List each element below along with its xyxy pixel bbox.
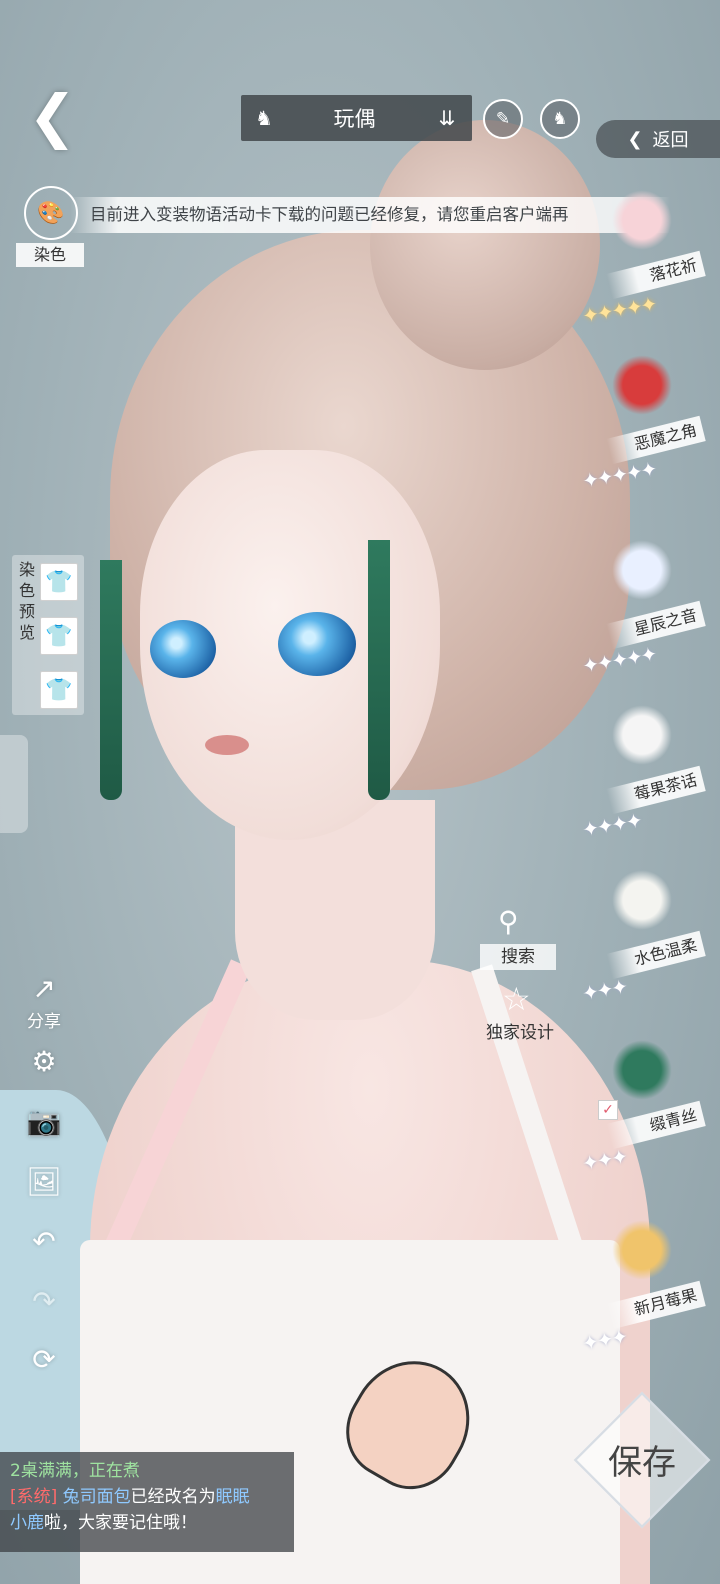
design-label: 独家设计 xyxy=(486,1023,554,1043)
selected-check-icon: ✓ xyxy=(598,1100,618,1120)
chevron-down-icon: ⇊ xyxy=(438,106,456,130)
dye-preset-3[interactable]: 👕 xyxy=(40,671,78,709)
item-rarity-stars: ✦✦✦✦✦ xyxy=(580,456,658,494)
palette-icon: 🎨 xyxy=(37,200,65,226)
item-thumbnail xyxy=(612,1040,672,1100)
chat-name-a: 兔司面包 xyxy=(62,1487,131,1507)
settings-button[interactable]: ⚙ xyxy=(22,1045,66,1078)
chat-mid: 已经改名为 xyxy=(130,1487,216,1507)
dye-preview-label: 染色预览 xyxy=(18,560,35,642)
wardrobe-item[interactable]: 莓果茶话 ✦✦✦✦ xyxy=(580,705,720,855)
wardrobe-item[interactable]: ✓ 缀青丝 ✦✦✦ xyxy=(580,1040,720,1190)
notice-banner: 目前进入变装物语活动卡下载的问题已经修复，请您重启客户端再 xyxy=(70,197,670,233)
right-eye xyxy=(278,612,356,676)
chevron-left-icon: ❮ xyxy=(627,128,643,150)
side-drawer-tab[interactable] xyxy=(0,735,28,833)
share-button[interactable]: ↗ 分享 xyxy=(22,972,66,1032)
item-thumbnail xyxy=(612,1220,672,1280)
undo-button[interactable]: ↶ xyxy=(22,1225,66,1258)
camera-icon: 📷 xyxy=(26,1105,62,1138)
dye-preview-panel: 染色预览 👕 👕 👕 xyxy=(12,555,84,715)
chat-line-1: 2桌满满，正在煮 xyxy=(10,1461,140,1481)
item-thumbnail xyxy=(612,870,672,930)
item-thumbnail xyxy=(612,355,672,415)
share-icon: ↗ xyxy=(32,972,56,1005)
reset-button[interactable]: ⟳ xyxy=(22,1343,66,1376)
item-name: 莓果茶话 xyxy=(606,765,706,815)
item-name: 落花祈 xyxy=(606,250,706,300)
item-thumbnail xyxy=(612,190,672,250)
item-name: 恶魔之角 xyxy=(606,415,706,465)
wardrobe-item[interactable]: 新月莓果 ✦✦✦ xyxy=(580,1220,720,1370)
wardrobe-item[interactable]: 水色温柔 ✦✦✦ xyxy=(580,870,720,1020)
item-name: 缀青丝 xyxy=(606,1100,706,1150)
return-label: 返回 xyxy=(652,130,689,151)
left-tassel-hairpin xyxy=(100,560,122,800)
search-icon: ⚲ xyxy=(498,905,519,938)
share-label: 分享 xyxy=(27,1012,61,1032)
wardrobe-item[interactable]: 落花祈 ✦✦✦✦✦ xyxy=(580,190,720,340)
item-rarity-stars: ✦✦✦✦✦ xyxy=(580,291,658,329)
image-icon: 🖼 xyxy=(26,1165,62,1198)
return-button[interactable]: ❮ 返回 xyxy=(596,120,720,158)
gear-icon: ⚙ xyxy=(31,1045,57,1078)
hair-bun xyxy=(370,120,600,370)
redo-icon: ↷ xyxy=(32,1285,56,1318)
camera-button[interactable]: 📷 xyxy=(22,1105,66,1138)
wardrobe-item[interactable]: 恶魔之角 ✦✦✦✦✦ xyxy=(580,355,720,505)
chat-name-b-2: 小鹿 xyxy=(10,1513,44,1533)
shirt-icon: 👕 xyxy=(45,623,73,649)
brush-button[interactable]: ✎ xyxy=(483,99,523,139)
item-name: 星辰之音 xyxy=(606,600,706,650)
star-icon: ☆ xyxy=(502,980,531,1018)
wardrobe-item[interactable]: 星辰之音 ✦✦✦✦✦ xyxy=(580,540,720,690)
dye-button[interactable]: 🎨 xyxy=(24,186,78,240)
shirt-icon: 👕 xyxy=(45,569,73,595)
brush-icon: ✎ xyxy=(495,109,511,129)
chat-name-b-1: 眠眠 xyxy=(215,1487,250,1507)
dress-icon: ♞ xyxy=(552,109,568,129)
back-chevron-icon: ❮ xyxy=(28,82,77,150)
category-dropdown[interactable]: ♞ 玩偶 ⇊ xyxy=(241,95,472,141)
dye-label: 染色 xyxy=(16,243,84,267)
category-label: 玩偶 xyxy=(333,107,376,131)
shirt-icon: 👕 xyxy=(45,677,73,703)
left-eye xyxy=(150,620,216,678)
design-button[interactable]: ☆ xyxy=(502,980,531,1018)
dye-preset-1[interactable]: 👕 xyxy=(40,563,78,601)
undo-icon: ↶ xyxy=(32,1225,56,1258)
item-thumbnail xyxy=(612,705,672,765)
item-rarity-stars: ✦✦✦✦✦ xyxy=(580,641,658,679)
reset-icon: ⟳ xyxy=(32,1343,56,1376)
lips xyxy=(205,735,249,755)
redo-button[interactable]: ↷ xyxy=(22,1285,66,1318)
item-name: 新月莓果 xyxy=(606,1280,706,1330)
item-thumbnail xyxy=(612,540,672,600)
save-label: 保存 xyxy=(608,1443,676,1483)
chat-box[interactable]: 2桌满满，正在煮 [系统] 兔司面包已经改名为眠眠 小鹿啦，大家要记住哦！ xyxy=(0,1452,294,1552)
search-label: 搜索 xyxy=(480,944,556,970)
search-button[interactable]: ⚲ xyxy=(498,905,519,938)
right-tassel-hairpin xyxy=(368,540,390,800)
item-name: 水色温柔 xyxy=(606,930,706,980)
dye-preset-2[interactable]: 👕 xyxy=(40,617,78,655)
system-tag: [系统] xyxy=(10,1487,58,1507)
chat-tail: 啦，大家要记住哦！ xyxy=(44,1513,197,1533)
outfit-button[interactable]: ♞ xyxy=(540,99,580,139)
back-button[interactable]: ❮ xyxy=(28,87,77,145)
gallery-button[interactable]: 🖼 xyxy=(22,1165,66,1198)
dress-icon: ♞ xyxy=(255,106,273,130)
